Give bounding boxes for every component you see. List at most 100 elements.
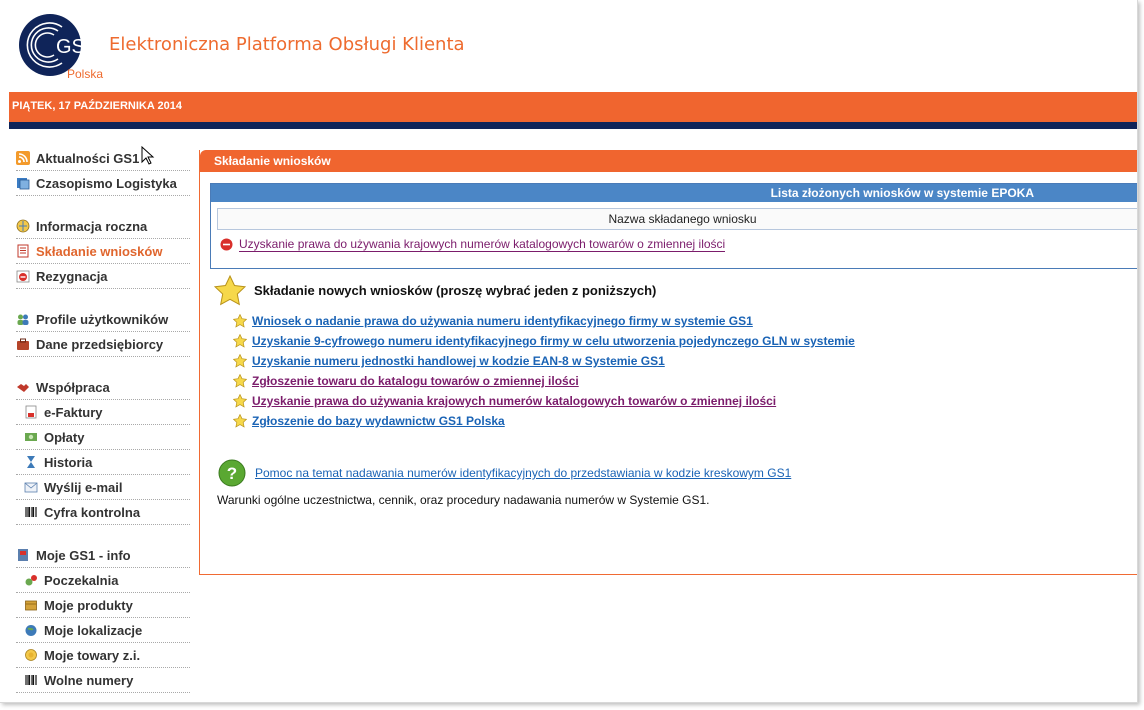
document-icon xyxy=(17,244,29,258)
header: GS1 Elektroniczna Platforma Obsługi Klie… xyxy=(9,8,1137,92)
sidebar-item-label: Wyślij e-mail xyxy=(44,479,123,495)
app-window: GS1 Elektroniczna Platforma Obsługi Klie… xyxy=(0,0,1138,703)
request-link[interactable]: Uzyskanie prawa do używania krajowych nu… xyxy=(252,394,776,408)
sidebar-item-wolne-numery[interactable]: Wolne numery xyxy=(16,668,190,693)
sidebar-item-label: Historia xyxy=(44,454,93,470)
sidebar-item-informacja[interactable]: Informacja roczna xyxy=(16,214,190,239)
sidebar-item-profile[interactable]: Profile użytkowników xyxy=(16,307,190,332)
magazine-icon xyxy=(17,178,30,190)
star-small-icon xyxy=(233,374,247,388)
users-icon xyxy=(17,314,29,325)
divider xyxy=(9,122,1137,129)
sidebar-item-label: Moje towary z.i. xyxy=(44,647,141,663)
site-title: Elektroniczna Platforma Obsługi Klienta xyxy=(109,34,465,55)
sidebar-item-efaktury[interactable]: e-Faktury xyxy=(16,400,190,425)
sidebar-item-moje-gs1[interactable]: Moje GS1 - info xyxy=(16,543,190,568)
list-box-title: Lista złożonych wniosków w systemie EPOK… xyxy=(211,184,1137,202)
sidebar-item-label: Informacja roczna xyxy=(36,218,148,234)
star-small-icon xyxy=(233,314,247,328)
list-item[interactable]: Uzyskanie prawa do używania krajowych nu… xyxy=(233,391,855,411)
sidebar-item-label: Moje GS1 - info xyxy=(36,547,131,563)
box-icon xyxy=(25,600,37,611)
list-item[interactable]: Uzyskanie numeru jednostki handlowej w k… xyxy=(233,351,855,371)
star-icon xyxy=(213,274,247,306)
sidebar-item-label: Cyfra kontrolna xyxy=(44,504,141,520)
sidebar-item-poczekalnia[interactable]: Poczekalnia xyxy=(16,568,190,593)
request-link[interactable]: Uzyskanie 9-cyfrowego numeru identyfikac… xyxy=(252,334,855,348)
main-panel: Składanie wniosków Lista złożonych wnios… xyxy=(199,150,1137,575)
sidebar-item-wspolpraca[interactable]: Współpraca xyxy=(16,375,190,400)
sidebar-item-cyfra[interactable]: Cyfra kontrolna xyxy=(16,500,190,525)
gears-icon xyxy=(25,575,37,586)
email-icon xyxy=(24,482,38,493)
new-requests-header: Składanie nowych wniosków (proszę wybrać… xyxy=(213,274,656,312)
barcode-icon xyxy=(25,675,37,685)
sidebar-item-label: Profile użytkowników xyxy=(36,311,169,327)
sidebar-item-label: Opłaty xyxy=(44,429,85,445)
list-item[interactable]: Uzyskanie 9-cyfrowego numeru identyfikac… xyxy=(233,331,855,351)
sidebar-item-label: Moje lokalizacje xyxy=(44,622,143,638)
globe-icon xyxy=(25,625,37,636)
list-item[interactable]: Zgłoszenie do bazy wydawnictw GS1 Polska xyxy=(233,411,855,431)
hourglass-icon xyxy=(27,456,35,468)
sidebar-item-label: Moje produkty xyxy=(44,597,133,613)
sidebar-item-historia[interactable]: Historia xyxy=(16,450,190,475)
star-small-icon xyxy=(233,354,247,368)
new-requests-title: Składanie nowych wniosków (proszę wybrać… xyxy=(254,283,657,298)
remove-icon[interactable] xyxy=(220,238,233,251)
site-subtitle: Polska xyxy=(67,67,104,81)
sidebar-item-label: Składanie wniosków xyxy=(36,243,163,259)
star-small-icon xyxy=(233,334,247,348)
panel-title: Składanie wniosków xyxy=(200,150,1137,172)
request-link[interactable]: Zgłoszenie towaru do katalogu towarów o … xyxy=(252,374,579,388)
mouse-cursor-icon xyxy=(141,146,155,165)
money-icon xyxy=(25,433,37,441)
sidebar-item-label: Rezygnacja xyxy=(36,268,108,284)
sidebar-item-czasopismo[interactable]: Czasopismo Logistyka xyxy=(16,171,190,196)
list-item[interactable]: Zgłoszenie towaru do katalogu towarów o … xyxy=(233,371,855,391)
sidebar-item-label: e-Faktury xyxy=(44,404,103,420)
request-link[interactable]: Uzyskanie numeru jednostki handlowej w k… xyxy=(252,354,665,368)
invoice-icon xyxy=(25,405,37,419)
barcode-icon xyxy=(25,507,37,517)
current-date: PIĄTEK, 17 PAŹDZIERNIKA 2014 xyxy=(12,100,182,112)
sidebar-item-rezygnacja[interactable]: Rezygnacja xyxy=(16,264,190,289)
sidebar-item-label: Czasopismo Logistyka xyxy=(36,175,177,191)
sidebar-item-skladanie[interactable]: Składanie wniosków xyxy=(16,239,190,264)
sidebar-item-dane[interactable]: Dane przedsiębiorcy xyxy=(16,332,190,357)
list-item[interactable]: Uzyskanie prawa do używania krajowych nu… xyxy=(220,237,726,252)
handshake-icon xyxy=(17,384,29,392)
help-section: ? Pomoc na temat nadawania numerów ident… xyxy=(218,459,791,487)
sidebar-item-produkty[interactable]: Moje produkty xyxy=(16,593,190,618)
briefcase-icon xyxy=(17,338,29,350)
help-icon[interactable]: ? xyxy=(218,459,246,487)
submitted-list-box: Lista złożonych wniosków w systemie EPOK… xyxy=(210,183,1137,269)
svg-text:?: ? xyxy=(227,464,237,483)
sidebar-item-oplaty[interactable]: Opłaty xyxy=(16,425,190,450)
star-small-icon xyxy=(233,394,247,408)
globe-info-icon xyxy=(16,219,30,233)
submitted-request-link[interactable]: Uzyskanie prawa do używania krajowych nu… xyxy=(239,237,726,252)
coins-icon xyxy=(25,649,37,661)
book-icon xyxy=(18,549,28,561)
sidebar-item-aktualnosci[interactable]: Aktualności GS1 xyxy=(16,146,190,171)
date-bar: PIĄTEK, 17 PAŹDZIERNIKA 2014 xyxy=(9,92,1137,122)
request-link[interactable]: Zgłoszenie do bazy wydawnictw GS1 Polska xyxy=(252,414,505,428)
list-item[interactable]: Wniosek o nadanie prawa do używania nume… xyxy=(233,311,855,331)
sidebar-item-label: Aktualności GS1 xyxy=(36,150,140,166)
logo-mark: GS1 xyxy=(56,36,82,58)
stop-icon xyxy=(16,270,30,283)
sidebar-item-label: Współpraca xyxy=(36,379,110,395)
sidebar: Aktualności GS1 Czasopismo Logistyka Inf… xyxy=(16,146,190,693)
rss-icon xyxy=(16,151,30,165)
help-link[interactable]: Pomoc na temat nadawania numerów identyf… xyxy=(255,466,791,480)
column-header: Nazwa składanego wniosku xyxy=(217,208,1137,230)
new-requests-list: Wniosek o nadanie prawa do używania nume… xyxy=(233,311,855,431)
sidebar-item-email[interactable]: Wyślij e-mail xyxy=(16,475,190,500)
sidebar-item-lokalizacje[interactable]: Moje lokalizacje xyxy=(16,618,190,643)
sidebar-item-label: Poczekalnia xyxy=(44,572,119,588)
star-small-icon xyxy=(233,414,247,428)
sidebar-item-towary[interactable]: Moje towary z.i. xyxy=(16,643,190,668)
sidebar-item-label: Dane przedsiębiorcy xyxy=(36,336,164,352)
request-link[interactable]: Wniosek o nadanie prawa do używania nume… xyxy=(252,314,753,328)
